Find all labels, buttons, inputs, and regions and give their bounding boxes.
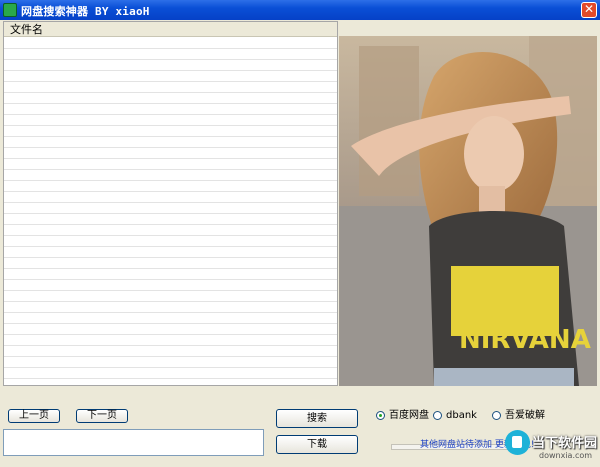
radio-icon[interactable] (492, 410, 501, 420)
radio-baidu[interactable]: 百度网盘 (376, 410, 429, 422)
next-page-button[interactable]: 下一页 (76, 409, 128, 423)
download-logo-icon (505, 430, 530, 455)
photo-illustration: NIRVANA (339, 36, 597, 386)
radio-label: dbank (446, 410, 477, 421)
preview-image: NIRVANA (339, 36, 597, 386)
radio-selected-icon[interactable] (376, 410, 385, 420)
watermark-text: 当下软件园 (532, 436, 598, 451)
title-bar: 网盘搜索神器 BY xiaoH ✕ (0, 0, 600, 20)
prev-page-button[interactable]: 上一页 (8, 409, 60, 423)
radio-52pojie[interactable]: 吾爱破解 (492, 410, 545, 422)
search-input[interactable] (3, 429, 264, 456)
search-button[interactable]: 搜索 (276, 409, 358, 428)
window-title: 网盘搜索神器 BY xiaoH (21, 5, 150, 18)
column-header-filename[interactable]: 文件名 (4, 22, 337, 37)
file-list-rows[interactable] (4, 38, 337, 385)
radio-icon[interactable] (433, 410, 442, 420)
download-button[interactable]: 下载 (276, 435, 358, 454)
watermark-url: downxia.com (539, 451, 593, 460)
file-list[interactable]: 文件名 (3, 21, 338, 386)
watermark-logo: 当下软件园 downxia.com (505, 428, 600, 467)
radio-dbank[interactable]: dbank (433, 410, 477, 422)
close-button[interactable]: ✕ (581, 2, 597, 18)
radio-label: 吾爱破解 (505, 410, 545, 421)
svg-text:NIRVANA: NIRVANA (459, 325, 591, 355)
radio-label: 百度网盘 (389, 410, 429, 421)
app-icon (3, 3, 17, 17)
